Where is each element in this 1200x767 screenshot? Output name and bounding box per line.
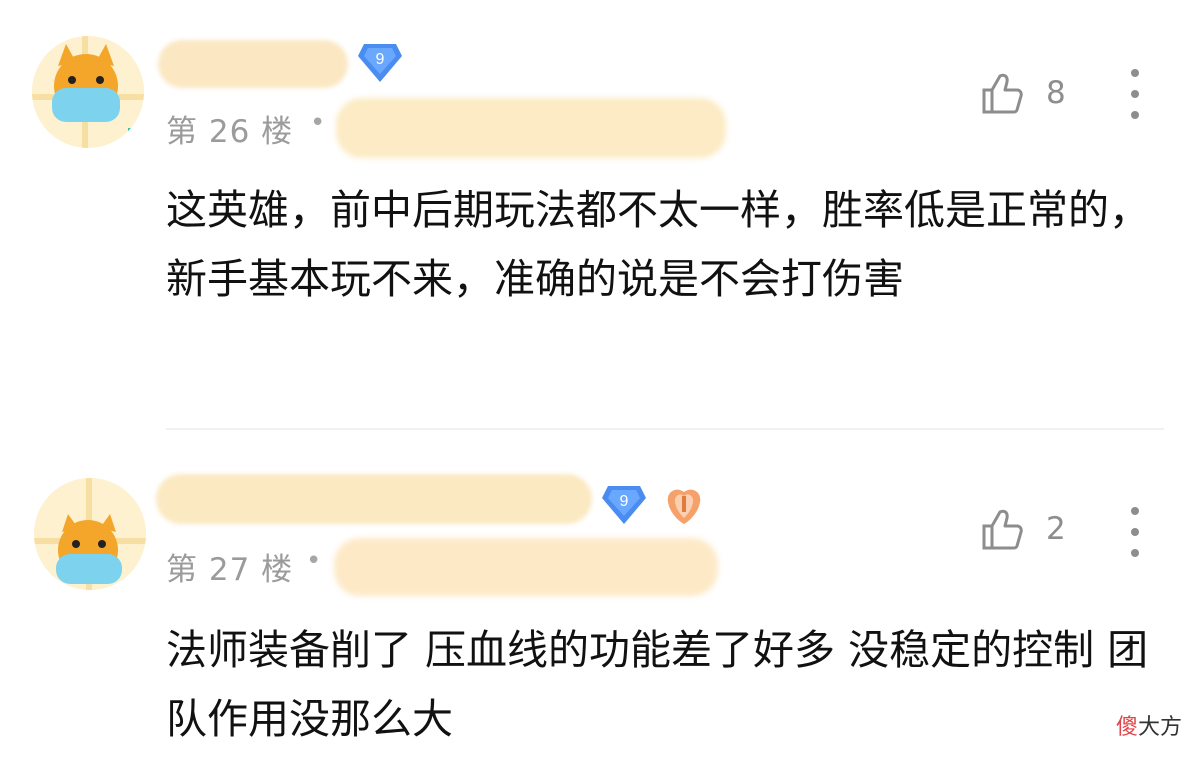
avatar[interactable] xyxy=(34,478,146,590)
separator-dot: • xyxy=(306,546,322,576)
more-icon[interactable] xyxy=(1128,66,1142,122)
more-icon[interactable] xyxy=(1128,504,1142,560)
comment-item: 9 第 27 楼 • 2 法师装备削了 压血线的功能差了好多 没稳定的控制 团队… xyxy=(0,430,1200,767)
comment-item: 9 第 26 楼 • 8 这英雄，前中后期玩法都不太一样，胜率低是正常的，新手基… xyxy=(0,0,1200,430)
comment-text: 法师装备削了 压血线的功能差了好多 没稳定的控制 团队作用没那么大 xyxy=(166,626,1149,743)
username-blurred[interactable] xyxy=(156,474,592,524)
like-button[interactable]: 8 xyxy=(980,72,1066,114)
comment-text: 这英雄，前中后期玩法都不太一样，胜率低是正常的，新手基本玩不来，准确的说是不会打… xyxy=(166,186,1150,303)
level-badge-icon: 9 xyxy=(358,44,402,82)
svg-text:9: 9 xyxy=(620,493,629,510)
avatar[interactable] xyxy=(32,36,144,148)
floor-label: 第 26 楼 xyxy=(166,114,294,150)
floor-label: 第 27 楼 xyxy=(166,552,294,588)
username-blurred[interactable] xyxy=(158,40,348,88)
like-count: 8 xyxy=(1046,75,1066,111)
meta-blurred xyxy=(336,98,726,158)
thumbs-up-icon xyxy=(982,73,1023,114)
meta-blurred xyxy=(334,538,718,596)
watermark: 傻大方 xyxy=(1115,715,1182,740)
svg-text:9: 9 xyxy=(376,51,385,68)
separator-dot: • xyxy=(310,108,326,138)
like-count: 2 xyxy=(1046,511,1066,547)
thumbs-up-icon xyxy=(982,509,1023,550)
like-button[interactable]: 2 xyxy=(980,508,1066,550)
gift-icon xyxy=(667,489,701,524)
level-badge-icon: 9 xyxy=(602,486,646,524)
